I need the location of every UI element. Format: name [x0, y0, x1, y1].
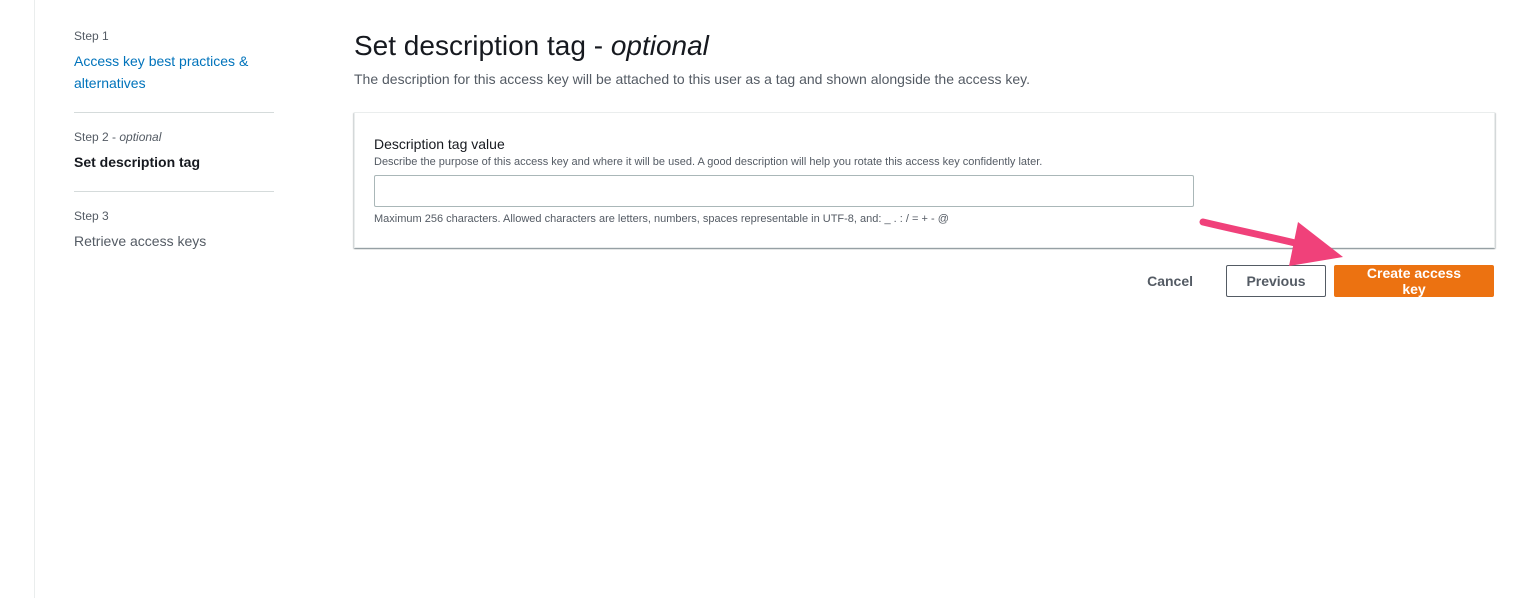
wizard-actions: Cancel Previous Create access key — [1126, 265, 1494, 297]
step-number: Step 3 — [74, 209, 109, 223]
page-description: The description for this access key will… — [354, 71, 1030, 87]
step-number: Step 1 — [74, 29, 109, 43]
step-current-set-description-tag: Set description tag — [74, 154, 201, 170]
step-optional-label: optional — [119, 130, 162, 144]
description-tag-help: Describe the purpose of this access key … — [374, 156, 1043, 168]
wizard-steps: Step 1 Access key best practices & alter… — [74, 28, 274, 270]
wizard-step-2: Step 2 - optional Set description tag — [74, 112, 274, 191]
main-content: Set description tag - optional The descr… — [354, 28, 1495, 248]
wizard-step-1: Step 1 Access key best practices & alter… — [74, 28, 274, 112]
cancel-button[interactable]: Cancel — [1126, 265, 1214, 297]
step-link-best-practices[interactable]: Access key best practices & alternatives — [74, 50, 274, 94]
left-divider — [34, 0, 35, 598]
description-tag-label: Description tag value — [374, 136, 505, 152]
previous-button[interactable]: Previous — [1226, 265, 1326, 297]
description-tag-constraint: Maximum 256 characters. Allowed characte… — [374, 213, 949, 225]
create-access-key-button[interactable]: Create access key — [1334, 265, 1494, 297]
description-tag-panel: Description tag value Describe the purpo… — [354, 112, 1495, 248]
create-access-key-page: Step 1 Access key best practices & alter… — [0, 0, 1533, 598]
step-number: Step 2 - optional — [74, 130, 162, 144]
page-title-optional: optional — [610, 30, 709, 61]
step-retrieve-access-keys: Retrieve access keys — [74, 233, 207, 249]
description-tag-input[interactable] — [374, 175, 1194, 207]
wizard-step-3: Step 3 Retrieve access keys — [74, 191, 274, 270]
page-title: Set description tag - optional — [354, 30, 709, 61]
